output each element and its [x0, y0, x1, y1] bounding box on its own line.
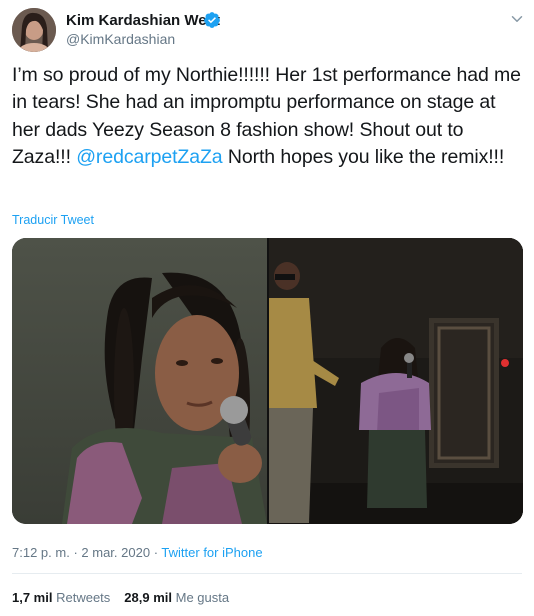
tweet-stats: 1,7 mil Retweets 28,9 mil Me gusta: [12, 590, 229, 605]
retweets-count: 1,7 mil: [12, 590, 53, 605]
translate-tweet-link[interactable]: Traducir Tweet: [12, 213, 94, 227]
media-photo-left[interactable]: [12, 238, 267, 524]
media-grid: [12, 238, 523, 524]
likes-label: Me gusta: [175, 590, 230, 605]
chevron-down-icon[interactable]: [508, 10, 526, 28]
likes-stat[interactable]: 28,9 mil Me gusta: [124, 590, 229, 605]
stage-performance-photo: [269, 238, 523, 524]
author-handle[interactable]: @KimKardashian: [66, 31, 175, 47]
tweet-date[interactable]: 2 mar. 2020: [81, 545, 150, 560]
girl-singing-photo: [12, 238, 267, 524]
tweet-meta: 7:12 p. m. · 2 mar. 2020 · Twitter for i…: [12, 545, 263, 560]
meta-separator: ·: [73, 545, 78, 560]
divider: [12, 573, 522, 574]
retweets-label: Retweets: [56, 590, 111, 605]
meta-separator: ·: [153, 545, 159, 560]
media-photo-right[interactable]: [269, 238, 523, 524]
profile-photo: [12, 8, 56, 52]
mention-link[interactable]: @redcarpetZaZa: [76, 146, 222, 168]
author-name[interactable]: Kim Kardashian West: [66, 12, 220, 29]
tweet-source-link[interactable]: Twitter for iPhone: [161, 545, 262, 560]
likes-count: 28,9 mil: [124, 590, 172, 605]
tweet-text: I’m so proud of my Northie!!!!!! Her 1st…: [12, 62, 524, 172]
tweet-text-end: North hopes you like the remix!!!: [222, 146, 505, 169]
verified-badge-icon: [204, 12, 220, 28]
retweets-stat[interactable]: 1,7 mil Retweets: [12, 590, 110, 605]
avatar[interactable]: [12, 8, 56, 52]
tweet-time[interactable]: 7:12 p. m.: [12, 545, 70, 560]
